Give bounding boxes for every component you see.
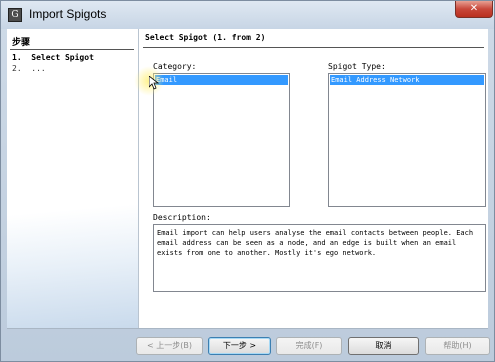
back-button[interactable]: < 上一步(B) [136,337,203,355]
steps-divider [10,49,134,50]
mouse-pointer-icon [149,76,159,90]
category-item-email[interactable]: Email [155,75,288,85]
description-box: Email import can help users analyse the … [153,224,486,292]
page-title: Select Spigot (1. from 2) [145,33,266,42]
step-item-1[interactable]: 1. Select Spigot [12,53,94,62]
description-text: Email import can help users analyse the … [157,229,474,257]
spigot-type-label: Spigot Type: [328,62,386,71]
import-spigots-dialog: G Import Spigots ✕ 步骤 1. Select Spigot 2… [0,0,495,362]
spigot-type-list[interactable]: Email Address Network [328,73,486,207]
cancel-button[interactable]: 取消 [348,337,419,355]
title-bar[interactable]: G Import Spigots ✕ [1,1,494,29]
description-label: Description: [153,213,211,222]
steps-panel: 步骤 1. Select Spigot 2. ... [7,29,139,328]
help-button[interactable]: 帮助(H) [425,337,490,355]
close-button[interactable]: ✕ [455,1,493,18]
app-icon: G [8,8,22,22]
category-list[interactable]: Email [153,73,290,207]
footer-divider [7,328,488,329]
window-title: Import Spigots [29,7,107,21]
spigot-type-item-email-address-network[interactable]: Email Address Network [330,75,484,85]
step-item-2[interactable]: 2. ... [12,64,46,73]
title-divider [143,47,484,48]
wizard-body: 步骤 1. Select Spigot 2. ... Select Spigot… [7,29,488,328]
next-button[interactable]: 下一步 > [208,337,271,355]
steps-header: 步骤 [12,38,31,48]
finish-button[interactable]: 完成(F) [276,337,342,355]
close-icon: ✕ [469,3,479,14]
